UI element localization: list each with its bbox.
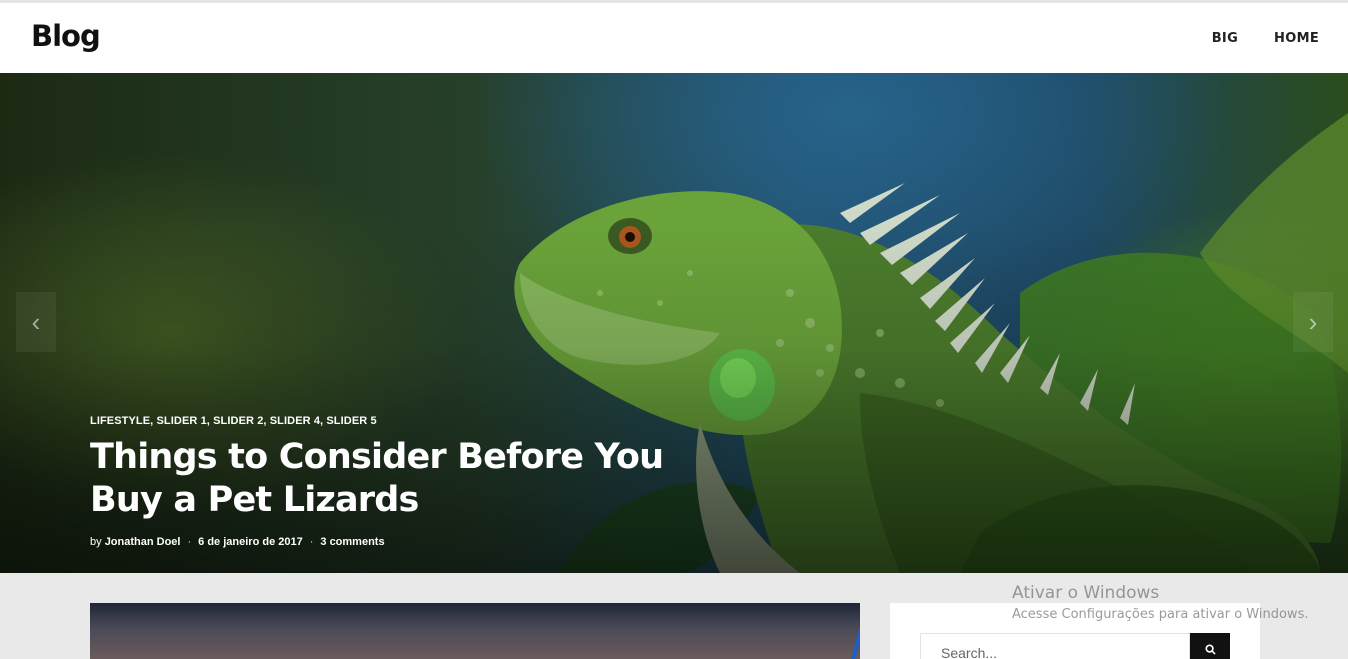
main-nav: BIG HOME <box>1212 31 1319 46</box>
post-date[interactable]: 6 de janeiro de 2017 <box>198 536 303 548</box>
post-author-wrap: by Jonathan Doel <box>90 536 180 548</box>
byline-prefix: by <box>90 536 102 548</box>
slide-caption: LIFESTYLE, SLIDER 1, SLIDER 2, SLIDER 4,… <box>90 415 690 548</box>
slider-next-button[interactable]: › <box>1293 292 1333 352</box>
slider-prev-button[interactable]: ‹ <box>16 292 56 352</box>
search-button[interactable] <box>1190 633 1230 659</box>
post-author[interactable]: Jonathan Doel <box>105 536 181 548</box>
meta-separator: · <box>309 536 314 548</box>
site-logo[interactable]: Blog <box>31 19 101 53</box>
image-accent <box>851 623 860 659</box>
nav-item-big[interactable]: BIG <box>1212 31 1238 46</box>
chevron-left-icon: ‹ <box>31 306 41 337</box>
post-title[interactable]: Things to Consider Before You Buy a Pet … <box>90 436 690 522</box>
search-input[interactable] <box>920 633 1190 659</box>
featured-post-image[interactable] <box>90 603 860 659</box>
post-comments[interactable]: 3 comments <box>320 536 384 548</box>
post-meta: by Jonathan Doel · 6 de janeiro de 2017 … <box>90 536 690 548</box>
search-icon <box>1204 644 1216 655</box>
chevron-right-icon: › <box>1308 306 1318 337</box>
meta-separator: · <box>187 536 192 548</box>
post-categories[interactable]: LIFESTYLE, SLIDER 1, SLIDER 2, SLIDER 4,… <box>90 415 690 427</box>
watermark-subtitle: Acesse Configurações para ativar o Windo… <box>1012 607 1309 622</box>
nav-item-home[interactable]: HOME <box>1274 31 1319 46</box>
windows-activation-watermark: Ativar o Windows Acesse Configurações pa… <box>1012 583 1308 622</box>
hero-slider: ‹ › LIFESTYLE, SLIDER 1, SLIDER 2, SLIDE… <box>0 73 1348 573</box>
watermark-title: Ativar o Windows <box>1012 583 1160 603</box>
site-header: Blog BIG HOME <box>0 3 1348 73</box>
